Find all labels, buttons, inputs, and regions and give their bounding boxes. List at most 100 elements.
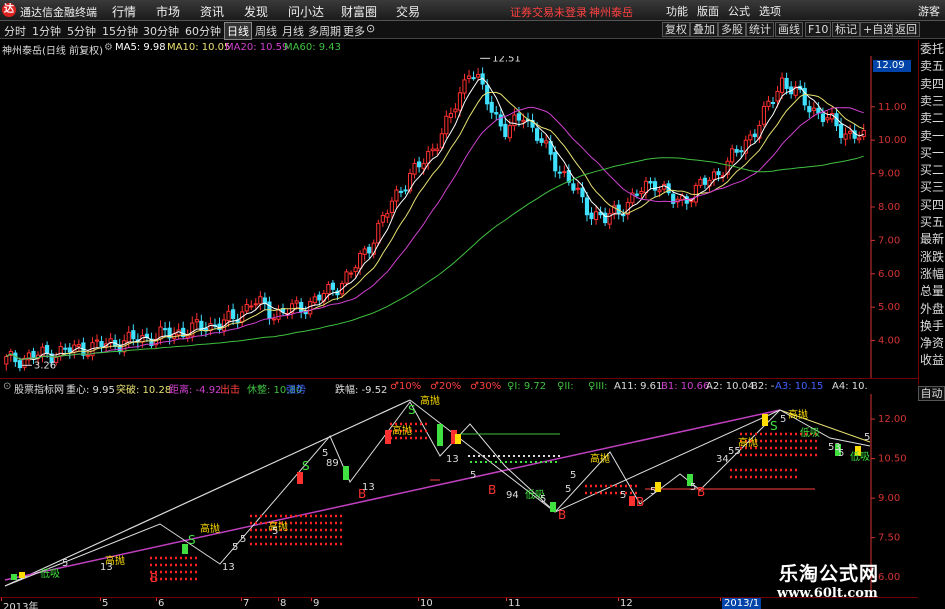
mark-button[interactable]: 标记	[832, 22, 860, 37]
side-tab-11[interactable]: 最新	[920, 232, 945, 247]
kline-chart[interactable]: 11.00 10.00 9.00 8.00 7.00 6.00 5.00 4.00 12.51 3…	[0, 56, 918, 378]
period-1min[interactable]: 1分钟	[32, 23, 61, 39]
side-tab-13[interactable]: 涨幅	[920, 267, 945, 282]
side-tab-15[interactable]: 外盘	[920, 302, 945, 317]
wave-count: 13	[100, 562, 113, 573]
candle	[231, 309, 236, 319]
candle	[616, 204, 621, 214]
period-more[interactable]: 更多	[343, 23, 365, 39]
side-tab-1[interactable]: 卖五	[920, 59, 945, 74]
signal-text: 低吸	[850, 450, 870, 463]
menu-trade[interactable]: 交易	[396, 3, 420, 20]
menu-news[interactable]: 资讯	[200, 3, 224, 20]
menu-discover[interactable]: 发现	[244, 3, 268, 20]
candle	[848, 130, 853, 134]
wave-count: 89	[326, 458, 339, 469]
candle	[498, 114, 503, 127]
period-weekly[interactable]: 周线	[255, 23, 277, 39]
side-tab-7[interactable]: 买二	[920, 163, 945, 178]
more-dropdown-icon[interactable]: ⊙	[366, 22, 375, 35]
side-tab-5[interactable]: 卖一	[920, 129, 945, 144]
menu-market[interactable]: 市场	[156, 3, 180, 20]
gear-icon[interactable]: ⚙	[104, 42, 113, 53]
side-tab-4[interactable]: 卖二	[920, 111, 945, 126]
candle	[752, 133, 757, 138]
ma20-value: MA20: 10.59	[225, 42, 289, 53]
ma10-value: MA10: 10.05	[167, 42, 231, 53]
auto-button[interactable]: 自动	[918, 386, 945, 401]
period-5min[interactable]: 5分钟	[67, 23, 96, 39]
wave-count: 5	[540, 494, 546, 505]
side-tab-16[interactable]: 换手	[920, 319, 945, 334]
candle	[589, 212, 594, 220]
high-price-label: 12.51	[492, 56, 521, 64]
guest-user[interactable]: 游客	[918, 3, 940, 19]
candle	[344, 271, 349, 284]
candle	[312, 296, 317, 304]
candle	[258, 296, 263, 305]
adjust-button[interactable]: 复权	[662, 22, 690, 37]
side-tab-9[interactable]: 买四	[920, 198, 945, 213]
menu-options[interactable]: 选项	[759, 3, 781, 19]
signal-bar	[550, 502, 556, 512]
buy-sell-mark: B	[636, 495, 644, 509]
signal-text: 高抛	[788, 408, 808, 421]
side-tab-17[interactable]: 净资	[920, 336, 945, 351]
wave-count: 94	[506, 490, 519, 501]
indicator-item-12: ♀III:	[588, 381, 608, 392]
side-tab-10[interactable]: 买五	[920, 215, 945, 230]
side-tab-14[interactable]: 总量	[920, 284, 945, 299]
side-tab-18[interactable]: 收益	[920, 353, 945, 368]
period-tick[interactable]: 分时	[4, 23, 26, 39]
indicator-item-15: A2: 10.04	[706, 381, 755, 392]
period-monthly[interactable]: 月线	[282, 23, 304, 39]
wave-count: 5	[62, 558, 68, 569]
f10-button[interactable]: F10	[805, 22, 832, 37]
statistics-button[interactable]: 统计	[746, 22, 774, 37]
period-30min[interactable]: 30分钟	[143, 23, 179, 39]
menu-quotes[interactable]: 行情	[112, 3, 136, 20]
menu-layout[interactable]: 版面	[697, 3, 719, 19]
overlay-button[interactable]: 叠加	[690, 22, 718, 37]
signal-text: 低吸	[40, 567, 60, 580]
side-tab-0[interactable]: 委托	[920, 42, 945, 57]
candle	[394, 189, 399, 202]
candle	[226, 310, 231, 322]
candle	[448, 112, 453, 118]
candle	[739, 150, 744, 153]
multi-stock-button[interactable]: 多股	[718, 22, 746, 37]
candle	[430, 148, 435, 152]
indicator-gear-icon[interactable]: ⊙	[3, 381, 11, 392]
candle	[403, 189, 408, 192]
period-multi[interactable]: 多周期	[308, 23, 341, 39]
menu-ask[interactable]: 问小达	[288, 3, 324, 20]
buy-sell-mark: B	[558, 508, 566, 522]
candle	[45, 345, 50, 354]
menu-wealth[interactable]: 财富圈	[341, 3, 377, 20]
signal-bar	[385, 430, 391, 444]
wave-count: 34	[716, 454, 729, 465]
indicator-item-7: ♂10%	[390, 381, 422, 392]
wave-count: 5	[570, 470, 576, 481]
app-logo-icon: 达	[2, 3, 16, 17]
period-daily[interactable]: 日线	[224, 22, 252, 40]
menu-formula[interactable]: 公式	[728, 3, 750, 19]
period-60min[interactable]: 60分钟	[185, 23, 221, 39]
date-label-6: 10	[420, 598, 433, 609]
back-button[interactable]: 返回	[892, 22, 920, 37]
side-tab-6[interactable]: 买一	[920, 146, 945, 161]
buy-sell-mark: S	[408, 403, 416, 417]
indicator-header: ⊙ 股票指标网 重心: 9.95 突破: 10.28 距离: -4.92 出击 休整: 10…	[0, 378, 918, 396]
period-15min[interactable]: 15分钟	[102, 23, 138, 39]
watermark-url: www.60lt.com	[777, 586, 878, 601]
login-status[interactable]: 证券交易未登录	[510, 4, 587, 20]
signal-text: 高抛	[590, 452, 610, 465]
side-tab-8[interactable]: 买三	[920, 180, 945, 195]
side-tab-12[interactable]: 涨跌	[920, 250, 945, 265]
menu-functions[interactable]: 功能	[666, 3, 688, 19]
side-tab-3[interactable]: 卖三	[920, 94, 945, 109]
side-tab-2[interactable]: 卖四	[920, 77, 945, 92]
signal-bar	[11, 574, 17, 580]
draw-line-button[interactable]: 画线	[775, 22, 803, 37]
stock-chart-title: 神州泰岳(日线 前复权)	[2, 46, 103, 57]
